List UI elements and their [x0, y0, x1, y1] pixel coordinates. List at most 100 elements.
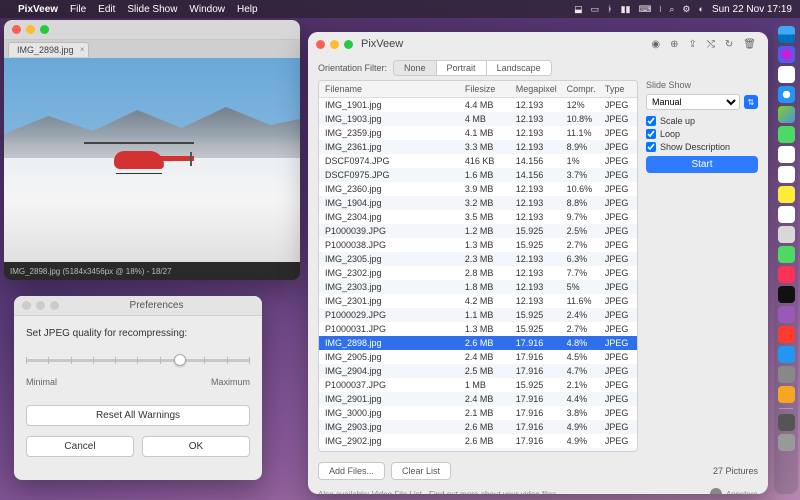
dock-notes-icon[interactable] [778, 186, 795, 203]
rotate-icon[interactable]: ↻ [725, 39, 733, 50]
seg-none[interactable]: None [394, 61, 437, 75]
add-icon[interactable]: ⊕ [670, 39, 678, 50]
dock-music-icon[interactable] [778, 266, 795, 283]
col-megapixel[interactable]: Megapixel [510, 81, 561, 98]
menu-slideshow[interactable]: Slide Show [127, 4, 177, 15]
eye-icon[interactable]: ◉ [651, 39, 660, 50]
table-row[interactable]: P1000037.JPG1 MB15.9252.1%JPEG [319, 378, 637, 392]
dock-mail-icon[interactable] [778, 66, 795, 83]
table-row[interactable]: IMG_1904.jpg3.2 MB12.1938.8%JPEG [319, 196, 637, 210]
dock-pixveew-icon[interactable] [778, 386, 795, 403]
dock-downloads-icon[interactable] [778, 414, 795, 431]
col-compr[interactable]: Compr. [561, 81, 599, 98]
close-button[interactable] [316, 40, 325, 49]
dock-reminders-icon[interactable] [778, 206, 795, 223]
cancel-button[interactable]: Cancel [26, 436, 134, 457]
table-row[interactable]: IMG_1901.jpg4.4 MB12.19312%JPEG [319, 98, 637, 112]
table-row[interactable]: IMG_2187.jpg2.1 MB12.1935.8%JPEG [319, 448, 637, 452]
dock-calendar-icon[interactable] [778, 166, 795, 183]
menubar-clock[interactable]: Sun 22 Nov 17:19 [712, 4, 792, 15]
dock-contacts-icon[interactable] [778, 226, 795, 243]
table-row[interactable]: IMG_2361.jpg3.3 MB12.1938.9%JPEG [319, 140, 637, 154]
loop-checkbox[interactable]: Loop [646, 129, 758, 139]
close-button[interactable] [22, 301, 31, 310]
table-row[interactable]: P1000029.JPG1.1 MB15.9252.4%JPEG [319, 308, 637, 322]
table-row[interactable]: IMG_2904.jpg2.5 MB17.9164.7%JPEG [319, 364, 637, 378]
dock-siri-icon[interactable] [778, 46, 795, 63]
wifi-icon[interactable]: ⧙ [659, 4, 661, 15]
col-filesize[interactable]: Filesize [459, 81, 510, 98]
table-row[interactable]: IMG_2901.jpg2.4 MB17.9164.4%JPEG [319, 392, 637, 406]
table-row[interactable]: IMG_2898.jpg2.6 MB17.9164.8%JPEG [319, 336, 637, 350]
start-button[interactable]: Start [646, 156, 758, 173]
stepper-icon[interactable]: ⇅ [744, 95, 758, 109]
close-tab-icon[interactable]: × [80, 45, 85, 54]
table-row[interactable]: IMG_1903.jpg4 MB12.19310.8%JPEG [319, 112, 637, 126]
table-row[interactable]: P1000039.JPG1.2 MB15.9252.5%JPEG [319, 224, 637, 238]
table-row[interactable]: P1000031.JPG1.3 MB15.9252.7%JPEG [319, 322, 637, 336]
zoom-button[interactable] [50, 301, 59, 310]
file-table[interactable]: Filename Filesize Megapixel Compr. Type … [318, 80, 638, 452]
shuffle-icon[interactable]: ⤭ [707, 39, 715, 50]
dock-sysprefs-icon[interactable] [778, 366, 795, 383]
minimize-button[interactable] [26, 25, 35, 34]
dock-tv-icon[interactable] [778, 286, 795, 303]
table-row[interactable]: P1000038.JPG1.3 MB15.9252.7%JPEG [319, 238, 637, 252]
dropbox-icon[interactable]: ⬓ [574, 4, 583, 15]
control-center-icon[interactable]: ⚙ [682, 4, 690, 15]
globe-icon[interactable] [710, 488, 722, 494]
share-icon[interactable]: ⇪ [689, 39, 697, 50]
main-titlebar[interactable]: PixVeew ◉ ⊕ ⇪ ⤭ ↻ 🗑 [308, 32, 768, 56]
dock-podcasts-icon[interactable] [778, 306, 795, 323]
table-row[interactable]: IMG_2302.jpg2.8 MB12.1937.7%JPEG [319, 266, 637, 280]
trash-icon[interactable]: 🗑 [743, 39, 756, 50]
search-icon[interactable]: ⌕ [669, 4, 674, 15]
ok-button[interactable]: OK [142, 436, 250, 457]
image-tab[interactable]: IMG_2898.jpg × [8, 42, 89, 57]
menu-edit[interactable]: Edit [98, 4, 115, 15]
table-row[interactable]: IMG_2301.jpg4.2 MB12.19311.6%JPEG [319, 294, 637, 308]
minimize-button[interactable] [330, 40, 339, 49]
col-type[interactable]: Type [599, 81, 637, 98]
dock-news-icon[interactable] [778, 326, 795, 343]
close-button[interactable] [12, 25, 21, 34]
app-menu[interactable]: PixVeew [18, 4, 58, 15]
table-row[interactable]: DSCF0974.JPG416 KB14.1561%JPEG [319, 154, 637, 168]
table-row[interactable]: IMG_2360.jpg3.9 MB12.19310.6%JPEG [319, 182, 637, 196]
image-canvas[interactable] [4, 58, 300, 262]
dock-photos-icon[interactable] [778, 146, 795, 163]
col-filename[interactable]: Filename [319, 81, 459, 98]
table-row[interactable]: IMG_2304.jpg3.5 MB12.1939.7%JPEG [319, 210, 637, 224]
orientation-segmented-control[interactable]: None Portrait Landscape [393, 60, 552, 76]
slider-thumb[interactable] [174, 354, 186, 366]
table-row[interactable]: IMG_2902.jpg2.6 MB17.9164.9%JPEG [319, 434, 637, 448]
dock-messages-icon[interactable] [778, 126, 795, 143]
appstore-link[interactable]: Appstore [726, 490, 758, 495]
add-files-button[interactable]: Add Files... [318, 462, 385, 480]
dock-maps-icon[interactable] [778, 106, 795, 123]
keyboard-icon[interactable]: ⌨ [638, 4, 651, 15]
battery-icon[interactable]: ▮▮ [621, 4, 631, 15]
zoom-button[interactable] [40, 25, 49, 34]
dock-finder-icon[interactable] [778, 26, 795, 43]
siri-icon[interactable]: ◐ [699, 4, 704, 14]
show-description-checkbox[interactable]: Show Description [646, 142, 758, 152]
table-row[interactable]: IMG_2903.jpg2.6 MB17.9164.9%JPEG [319, 420, 637, 434]
jpeg-quality-slider[interactable] [26, 349, 250, 373]
table-row[interactable]: IMG_2905.jpg2.4 MB17.9164.5%JPEG [319, 350, 637, 364]
menu-window[interactable]: Window [189, 4, 225, 15]
clear-list-button[interactable]: Clear List [391, 462, 451, 480]
table-row[interactable]: IMG_2305.jpg2.3 MB12.1936.3%JPEG [319, 252, 637, 266]
prefs-titlebar[interactable]: Preferences [14, 296, 262, 316]
table-row[interactable]: IMG_2359.jpg4.1 MB12.19311.1%JPEG [319, 126, 637, 140]
zoom-button[interactable] [344, 40, 353, 49]
seg-portrait[interactable]: Portrait [437, 61, 487, 75]
table-row[interactable]: DSCF0975.JPG1.6 MB14.1563.7%JPEG [319, 168, 637, 182]
menu-file[interactable]: File [70, 4, 86, 15]
seg-landscape[interactable]: Landscape [487, 61, 551, 75]
dock-appstore-icon[interactable] [778, 346, 795, 363]
dock-trash-icon[interactable] [778, 434, 795, 451]
menu-help[interactable]: Help [237, 4, 258, 15]
table-row[interactable]: IMG_3000.jpg2.1 MB17.9163.8%JPEG [319, 406, 637, 420]
image-titlebar[interactable] [4, 20, 300, 40]
